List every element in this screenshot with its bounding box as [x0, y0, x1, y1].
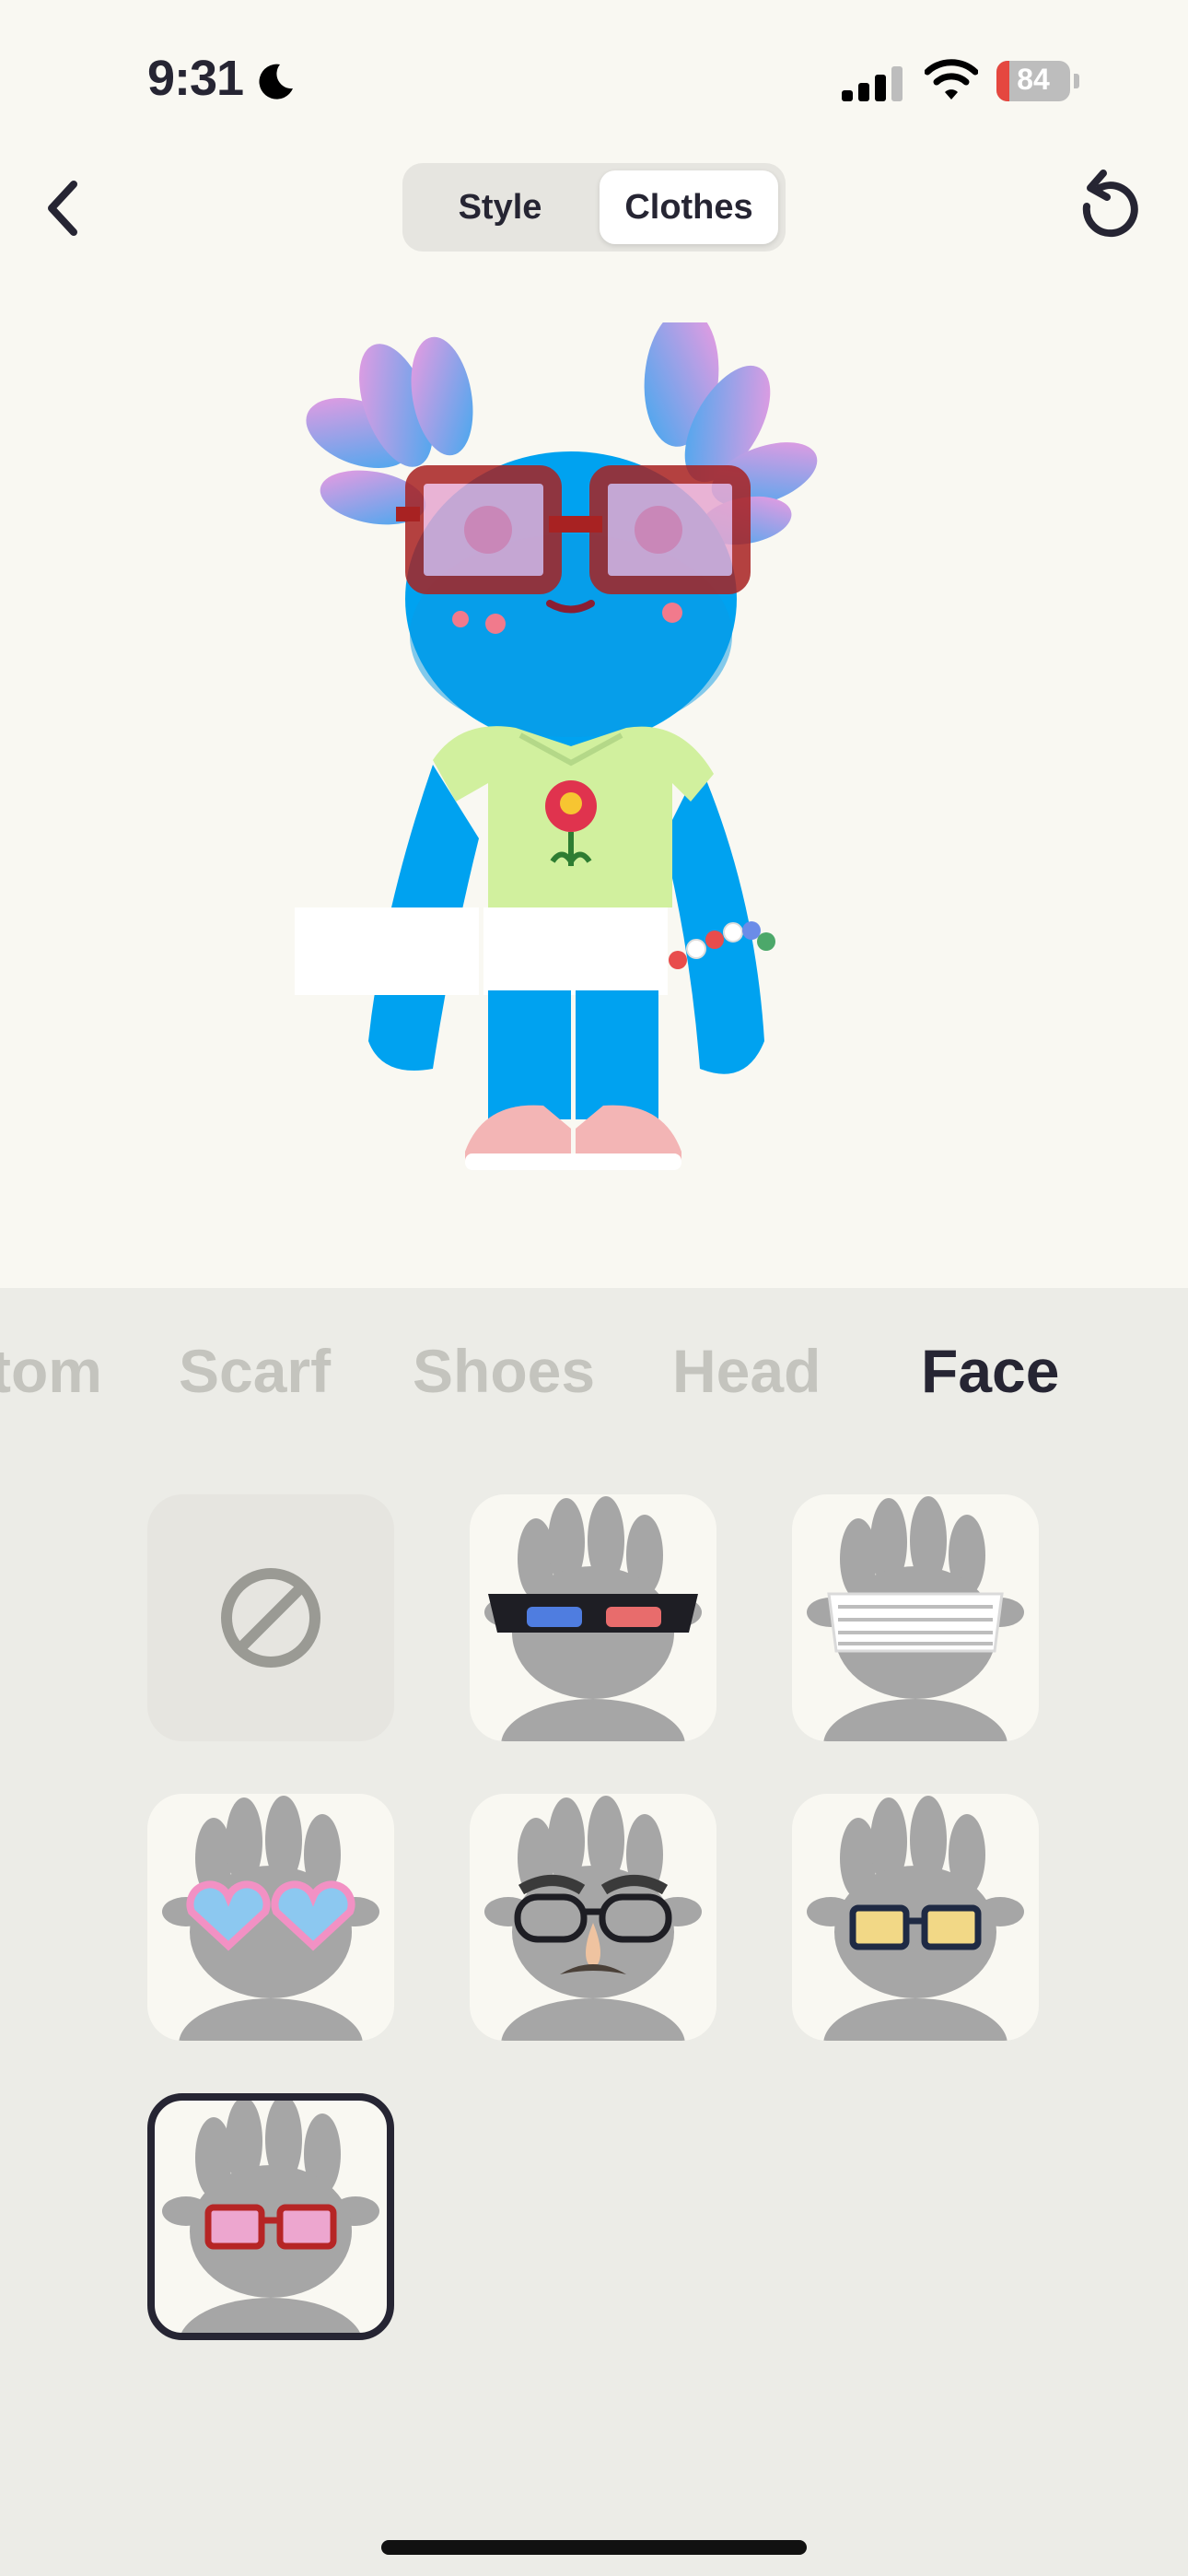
style-clothes-segmented-control: Style Clothes [402, 163, 786, 252]
battery-body: 84 [996, 61, 1070, 101]
home-indicator [381, 2540, 807, 2555]
tab-face[interactable]: Face [921, 1336, 1059, 1406]
moon-icon [259, 64, 293, 100]
tab-scarf[interactable]: Scarf [179, 1336, 331, 1406]
face-item-yellow-glasses[interactable] [792, 1794, 1039, 2041]
face-item-none[interactable] [147, 1494, 394, 1741]
3d-glasses-icon [484, 1496, 702, 1741]
reset-icon[interactable] [1072, 170, 1146, 247]
face-item-disguise-glasses[interactable] [470, 1794, 716, 2041]
wifi-icon [925, 59, 978, 100]
tab-head[interactable]: Head [672, 1336, 821, 1406]
style-tab[interactable]: Style [410, 170, 590, 244]
battery-tip [1074, 74, 1079, 88]
none-icon [221, 1568, 320, 1668]
battery-indicator: 84 [996, 61, 1081, 101]
red-square-glasses-icon [162, 2101, 379, 2333]
shutter-shades-icon [807, 1496, 1024, 1741]
heart-glasses-icon [162, 1796, 379, 2041]
face-item-red-square-glasses[interactable] [147, 2093, 394, 2340]
cellular-signal-icon [842, 66, 903, 101]
face-item-shutter-shades[interactable] [792, 1494, 1039, 1741]
yellow-glasses-icon [807, 1796, 1024, 2041]
face-item-heart-glasses[interactable] [147, 1794, 394, 2041]
back-chevron-icon[interactable] [33, 171, 92, 245]
category-tabs: tom Scarf Shoes Head Face [0, 1336, 1188, 1428]
status-time: 9:31 [147, 51, 244, 106]
tab-bottom[interactable]: tom [0, 1336, 102, 1406]
face-item-3d-glasses[interactable] [470, 1494, 716, 1741]
tab-shoes[interactable]: Shoes [413, 1336, 595, 1406]
clothes-tab[interactable]: Clothes [600, 170, 778, 244]
battery-level: 84 [1017, 63, 1050, 96]
avatar-character [295, 322, 818, 1170]
disguise-glasses-icon [484, 1796, 702, 2041]
